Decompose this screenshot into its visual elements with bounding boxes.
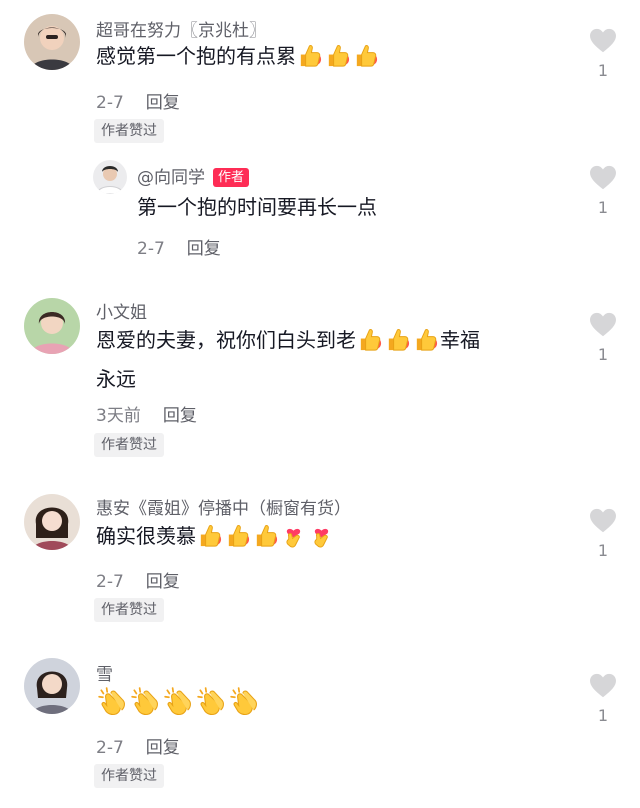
- avatar[interactable]: [24, 298, 80, 354]
- reply-text: 第一个抱的时间要再长一点: [137, 195, 377, 219]
- thumbs-up-emoji-icon: [412, 326, 439, 353]
- clapping-hands-emoji-icon: [228, 686, 260, 716]
- heart-icon: [589, 28, 617, 54]
- like-count: 1: [597, 61, 609, 80]
- avatar[interactable]: [24, 658, 80, 714]
- avatar[interactable]: [24, 14, 80, 70]
- like-count: 1: [597, 706, 609, 725]
- thumbs-up-emoji-icon: [324, 42, 351, 69]
- reply-username: @向同学 作者: [137, 163, 250, 188]
- author-liked-badge: 作者赞过: [94, 598, 164, 622]
- comment-username[interactable]: 超哥在努力〖京兆杜〗: [96, 16, 266, 41]
- heart-icon: [589, 508, 617, 534]
- thumbs-up-emoji-icon: [356, 326, 383, 353]
- reply-button[interactable]: 回复: [146, 738, 180, 758]
- reply-time: 2-7: [137, 239, 165, 259]
- comment-text-content: 永远: [96, 367, 136, 391]
- like-button[interactable]: 1: [588, 673, 618, 725]
- emoji-group: [196, 522, 336, 559]
- comment-meta: 2-7 回复: [96, 733, 180, 758]
- emoji-group: [96, 686, 261, 726]
- comment-username[interactable]: 雪: [96, 660, 113, 685]
- like-count: 1: [597, 198, 609, 217]
- finger-heart-emoji-icon: [280, 522, 307, 549]
- like-button[interactable]: 1: [588, 508, 618, 560]
- emoji-group: [356, 326, 440, 363]
- comment-text: 确实很羡慕: [96, 520, 336, 559]
- comment-username[interactable]: 小文姐: [96, 298, 147, 323]
- clapping-hands-emoji-icon: [195, 686, 227, 716]
- comment-text: [96, 686, 261, 726]
- thumbs-up-emoji-icon: [296, 42, 323, 69]
- avatar[interactable]: [93, 160, 127, 194]
- author-tag: 作者: [213, 168, 250, 187]
- reply-button[interactable]: 回复: [146, 572, 180, 592]
- comment-meta: 2-7 回复: [96, 567, 180, 592]
- comment-text-content: 幸福: [440, 328, 480, 352]
- clapping-hands-emoji-icon: [129, 686, 161, 716]
- thumbs-up-emoji-icon: [384, 326, 411, 353]
- clapping-hands-emoji-icon: [96, 686, 128, 716]
- author-liked-badge: 作者赞过: [94, 119, 164, 143]
- reply-username-text[interactable]: @向同学: [137, 168, 205, 188]
- clapping-hands-emoji-icon: [162, 686, 194, 716]
- comment-time: 2-7: [96, 572, 124, 592]
- finger-heart-emoji-icon: [308, 522, 335, 549]
- heart-icon: [589, 673, 617, 699]
- reply-meta: 2-7 回复: [137, 234, 221, 259]
- thumbs-up-emoji-icon: [252, 522, 279, 549]
- emoji-group: [296, 42, 380, 79]
- comment-text: 恩爱的夫妻，祝你们白头到老 幸福 永远: [96, 324, 566, 396]
- thumbs-up-emoji-icon: [352, 42, 379, 69]
- reply-button[interactable]: 回复: [163, 406, 197, 426]
- comment-meta: 2-7 回复: [96, 88, 180, 113]
- like-button[interactable]: 1: [588, 312, 618, 364]
- like-count: 1: [597, 345, 609, 364]
- comment-text-content: 恩爱的夫妻，祝你们白头到老: [96, 328, 356, 352]
- like-button[interactable]: 1: [588, 28, 618, 80]
- thumbs-up-emoji-icon: [196, 522, 223, 549]
- comment-time: 3天前: [96, 406, 141, 426]
- like-count: 1: [597, 541, 609, 560]
- author-liked-badge: 作者赞过: [94, 764, 164, 788]
- comment-text-content: 确实很羡慕: [96, 524, 196, 548]
- comment-meta: 3天前 回复: [96, 401, 197, 426]
- reply-button[interactable]: 回复: [187, 239, 221, 259]
- thumbs-up-emoji-icon: [224, 522, 251, 549]
- heart-icon: [589, 312, 617, 338]
- author-liked-badge: 作者赞过: [94, 433, 164, 457]
- heart-icon: [589, 165, 617, 191]
- like-button[interactable]: 1: [588, 165, 618, 217]
- comment-time: 2-7: [96, 738, 124, 758]
- comment-username[interactable]: 惠安《霞姐》停播中（橱窗有货）: [96, 494, 351, 519]
- comment-time: 2-7: [96, 93, 124, 113]
- avatar[interactable]: [24, 494, 80, 550]
- comment-text: 感觉第一个抱的有点累: [96, 40, 380, 79]
- comment-text-content: 感觉第一个抱的有点累: [96, 44, 296, 68]
- reply-button[interactable]: 回复: [146, 93, 180, 113]
